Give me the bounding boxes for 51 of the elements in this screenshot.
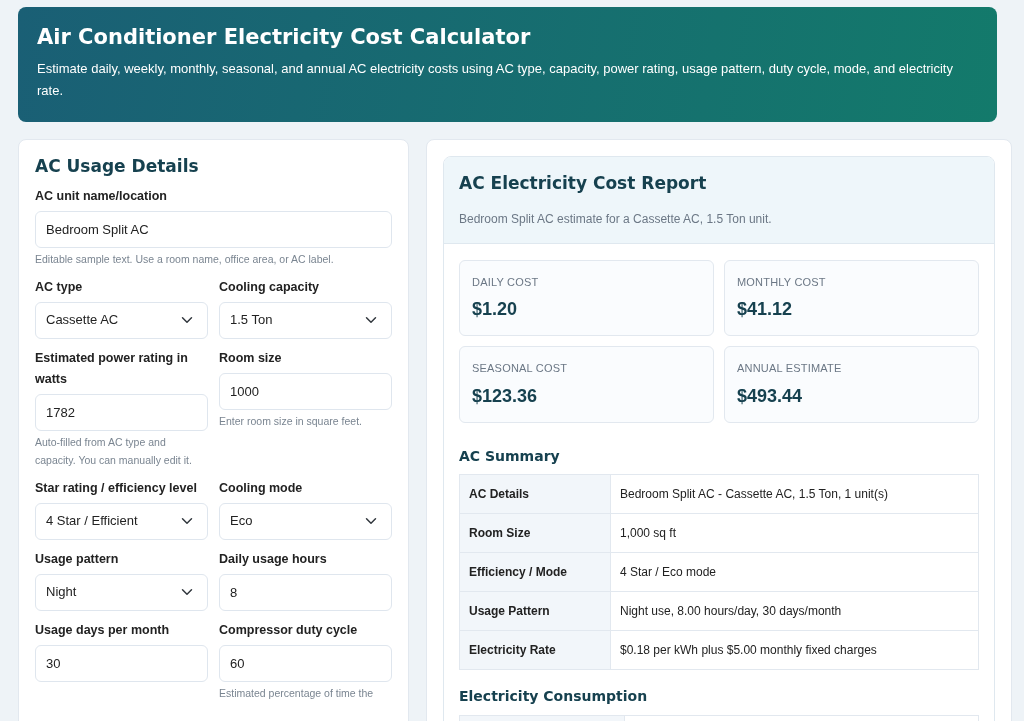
row-value: Bedroom Split AC - Cassette AC, 1.5 Ton, 1 unit(s): [610, 474, 979, 514]
field-label: Usage days per month: [35, 621, 171, 639]
select-field[interactable]: 1.5 Ton: [219, 301, 392, 339]
field-label: Cooling capacity: [219, 278, 321, 296]
field-label: Estimated power rating in watts: [35, 349, 189, 388]
field-label: Compressor duty cycle: [219, 621, 359, 639]
row-label: Efficiency / Mode: [459, 552, 611, 592]
input-field[interactable]: 8: [219, 573, 392, 611]
stat-label: SEASONAL COST: [472, 361, 569, 377]
field-label: Usage pattern: [35, 550, 120, 568]
row-value: $0.18 per kWh plus $5.00 monthly fixed charges: [610, 630, 979, 670]
row-value: 1,000 sq ft: [610, 513, 979, 553]
input-field[interactable]: 1000: [219, 372, 392, 410]
help-text: Estimated percentage of time the: [219, 685, 375, 701]
field-label: AC type: [35, 278, 84, 296]
help-text: Auto-filled from AC type and capacity. You can manually edit it.: [35, 434, 193, 468]
field-label: Daily usage hours: [219, 550, 328, 568]
stat-label: DAILY COST: [472, 274, 540, 290]
row-value: 4 Star / Eco mode: [610, 552, 979, 592]
input-field[interactable]: 60: [219, 644, 392, 682]
stat-value: $123.36: [472, 384, 539, 408]
select-field[interactable]: Cassette AC: [35, 301, 208, 339]
report-subtitle: Bedroom Split AC estimate for a Cassette AC, 1.5 Ton unit.: [459, 210, 773, 228]
field-label: Room size: [219, 349, 283, 367]
help-text: Enter room size in square feet.: [219, 413, 363, 429]
stat-label: ANNUAL ESTIMATE: [737, 361, 843, 377]
page-description: Estimate daily, weekly, monthly, seasonal, and annual AC electricity costs using AC type, capacity, power rating, usage pattern, duty cycle, mode, and electricity rate.: [37, 60, 954, 101]
row-label: Electricity Rate: [459, 630, 611, 670]
select-field[interactable]: Night: [35, 573, 208, 611]
select-field[interactable]: Eco: [219, 502, 392, 540]
stat-value: $1.20: [472, 298, 519, 322]
row-label: Usage Pattern: [459, 591, 611, 631]
field-label: AC unit name/location: [35, 187, 168, 205]
page-title: Air Conditioner Electricity Cost Calculator: [37, 25, 532, 51]
select-field[interactable]: 4 Star / Efficient: [35, 502, 208, 540]
stat-label: MONTHLY COST: [737, 274, 827, 290]
section-title: AC Usage Details: [35, 156, 200, 177]
report-title: AC Electricity Cost Report: [459, 173, 708, 194]
row-label: AC Details: [459, 474, 611, 514]
input-field[interactable]: 30: [35, 644, 208, 682]
stat-value: $493.44: [737, 384, 804, 408]
help-text: Editable sample text. Use a room name, office area, or AC label.: [35, 251, 335, 267]
section-heading: AC Summary: [459, 447, 561, 465]
input-field[interactable]: Bedroom Split AC: [35, 210, 392, 248]
input-field[interactable]: 1782: [35, 393, 208, 431]
row-value: Night use, 8.00 hours/day, 30 days/month: [610, 591, 979, 631]
row-label: Room Size: [459, 513, 611, 553]
stat-value: $41.12: [737, 298, 794, 322]
field-label: Star rating / efficiency level: [35, 479, 198, 497]
section-heading: Electricity Consumption: [459, 688, 649, 706]
field-label: Cooling mode: [219, 479, 304, 497]
